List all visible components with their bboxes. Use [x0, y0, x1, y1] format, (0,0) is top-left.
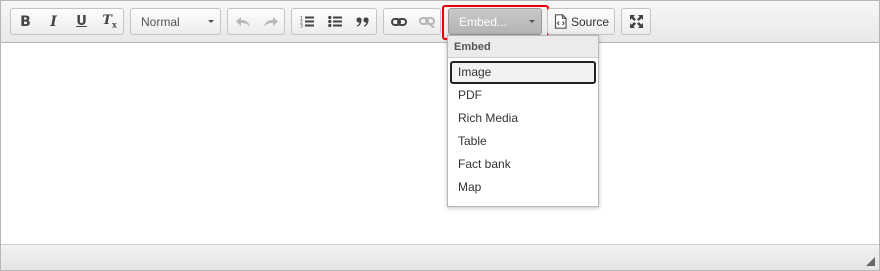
links-group	[383, 8, 441, 35]
maximize-icon	[629, 15, 643, 28]
remove-format-icon: Tx	[102, 13, 117, 30]
embed-menu-item-rich-media[interactable]: Rich Media	[450, 107, 596, 130]
unlink-button[interactable]	[413, 9, 440, 34]
basicstyles-group: B I U Tx	[10, 8, 124, 35]
link-button[interactable]	[385, 9, 412, 34]
embed-menu-item-table[interactable]: Table	[450, 130, 596, 153]
rich-text-editor: B I U Tx Normal 1 2 3 Embed... Source Em…	[0, 0, 880, 271]
undo-button[interactable]	[229, 9, 256, 34]
resize-grip-icon[interactable]	[866, 257, 875, 266]
bold-icon: B	[20, 13, 31, 30]
remove-format-button[interactable]: Tx	[96, 9, 123, 34]
chevron-down-icon	[208, 20, 214, 23]
italic-button[interactable]: I	[40, 9, 67, 34]
underline-icon: U	[76, 14, 87, 29]
svg-text:3: 3	[300, 24, 303, 29]
editor-statusbar	[1, 244, 879, 270]
embed-menu-list: Image PDF Rich Media Table Fact bank Map	[448, 58, 598, 199]
undo-icon	[235, 16, 250, 27]
bulleted-list-button[interactable]	[321, 9, 348, 34]
lists-group: 1 2 3	[291, 8, 377, 35]
italic-icon: I	[50, 13, 57, 30]
redo-button[interactable]	[257, 9, 284, 34]
embed-menu-item-map[interactable]: Map	[450, 176, 596, 199]
embed-dropdown[interactable]: Embed...	[448, 8, 542, 35]
source-button-label: Source	[571, 14, 610, 29]
embed-menu-item-image[interactable]: Image	[450, 61, 596, 84]
embed-menu-header: Embed	[448, 36, 598, 58]
format-dropdown[interactable]: Normal	[130, 8, 221, 35]
numbered-list-icon: 1 2 3	[300, 16, 314, 29]
source-icon	[554, 14, 567, 29]
embed-menu: Embed Image PDF Rich Media Table Fact ba…	[447, 35, 599, 207]
unlink-icon	[418, 16, 435, 28]
bulleted-list-icon	[327, 15, 342, 28]
editor-content-area[interactable]	[1, 44, 879, 244]
numbered-list-button[interactable]: 1 2 3	[293, 9, 320, 34]
embed-menu-item-fact-bank[interactable]: Fact bank	[450, 153, 596, 176]
embed-dropdown-value: Embed...	[459, 14, 508, 29]
maximize-button[interactable]	[621, 8, 651, 35]
history-group	[227, 8, 285, 35]
blockquote-button[interactable]	[349, 9, 376, 34]
editor-toolbar: B I U Tx Normal 1 2 3 Embed... Source	[1, 1, 879, 43]
underline-button[interactable]: U	[68, 9, 95, 34]
bold-button[interactable]: B	[12, 9, 39, 34]
chevron-down-icon	[529, 20, 535, 23]
embed-menu-item-pdf[interactable]: PDF	[450, 84, 596, 107]
source-button[interactable]: Source	[547, 8, 615, 35]
redo-icon	[263, 16, 278, 27]
link-icon	[390, 17, 407, 26]
format-dropdown-value: Normal	[141, 14, 180, 29]
blockquote-icon	[355, 16, 369, 27]
